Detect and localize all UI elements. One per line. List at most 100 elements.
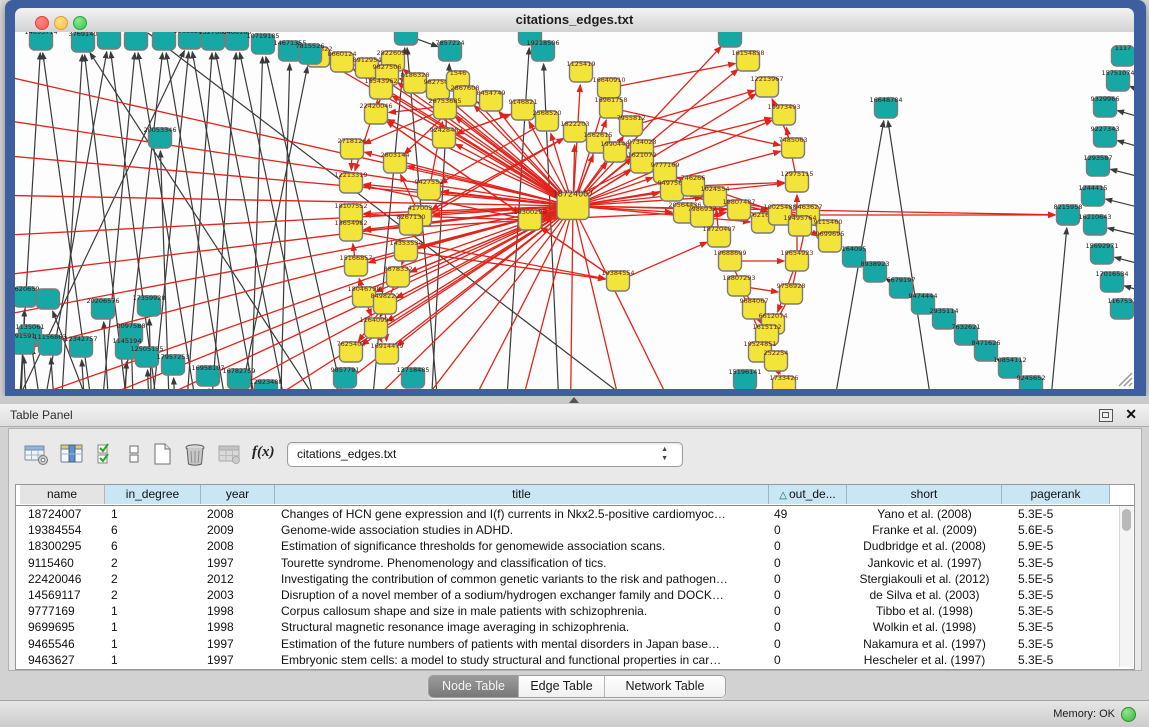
table-cell[interactable]: 5.3E-5	[1002, 603, 1110, 619]
table-cell[interactable]: 0	[769, 587, 847, 603]
network-node[interactable]: 7625402	[337, 340, 366, 362]
column-header-short[interactable]: short	[847, 485, 1002, 504]
table-cell[interactable]: 19384554	[20, 522, 105, 538]
table-cell[interactable]: 0	[769, 603, 847, 619]
table-cell[interactable]: 5.3E-5	[1002, 506, 1110, 522]
table-cell[interactable]: Corpus callosum shape and size in male p…	[275, 603, 769, 619]
network-node[interactable]: 16543962	[364, 77, 397, 99]
table-cell[interactable]: 1998	[201, 603, 275, 619]
resize-grip-icon[interactable]	[1129, 383, 1132, 386]
network-node[interactable]: 16210643	[1078, 213, 1111, 235]
table-cell[interactable]: 0	[769, 522, 847, 538]
network-node[interactable]: 15166857	[339, 254, 372, 276]
table-cell[interactable]: 2	[105, 587, 201, 603]
column-header-title[interactable]: title	[275, 485, 769, 504]
citation-edge[interactable]	[1124, 286, 1134, 295]
network-node[interactable]: 16154838	[731, 49, 764, 71]
tab-network-table[interactable]: Network Table	[605, 676, 725, 697]
table-cell[interactable]: 5.3E-5	[1002, 619, 1110, 635]
network-node[interactable]: 19654923	[780, 249, 813, 271]
column-header-out_de[interactable]: △out_de...	[769, 485, 847, 504]
close-panel-icon[interactable]: ✕	[1125, 406, 1137, 422]
network-node[interactable]: 26753685	[428, 97, 461, 119]
citation-network-graph[interactable]: 1872400778638228660124891295428226058982…	[15, 32, 1134, 389]
table-cell[interactable]: 0	[769, 555, 847, 571]
table-cell[interactable]: Investigating the contribution of common…	[275, 571, 769, 587]
network-node[interactable]: 1733426	[770, 374, 799, 389]
citation-edge[interactable]	[24, 357, 28, 389]
table-cell[interactable]: 9777169	[20, 603, 105, 619]
citation-edge[interactable]	[1111, 169, 1134, 179]
table-cell[interactable]: 9115460	[20, 555, 105, 571]
function-builder-icon[interactable]: f(x)	[252, 444, 275, 461]
table-cell[interactable]: 1997	[201, 555, 275, 571]
table-cell[interactable]: Structural magnetic resonance image aver…	[275, 619, 769, 635]
citation-edge-selected[interactable]	[570, 206, 573, 389]
table-cell[interactable]: 2008	[201, 506, 275, 522]
network-node[interactable]: 11640994	[359, 316, 392, 338]
table-cell[interactable]: 1	[105, 636, 201, 652]
new-file-icon[interactable]	[151, 443, 173, 467]
table-row[interactable]: 1872400712008Changes of HCN gene express…	[16, 506, 1120, 522]
citation-edge[interactable]	[51, 358, 56, 389]
network-node[interactable]: 9699695	[816, 230, 845, 252]
table-cell[interactable]: 1	[105, 619, 201, 635]
network-node[interactable]: 7815526	[296, 42, 325, 64]
citation-edge[interactable]	[174, 378, 176, 389]
network-node[interactable]: 10973493	[767, 103, 800, 125]
citation-edge-selected[interactable]	[15, 194, 573, 206]
network-node[interactable]: 9227343	[1091, 125, 1120, 147]
table-cell[interactable]: 9465546	[20, 636, 105, 652]
network-node[interactable]	[98, 32, 121, 49]
network-node[interactable]: 2718126	[338, 137, 367, 159]
network-node[interactable]: 16640910	[592, 76, 625, 98]
network-node[interactable]: 13718485	[396, 366, 429, 388]
table-cell[interactable]: de Silva et al. (2003)	[847, 587, 1002, 603]
table-cell[interactable]: Estimation of the future numbers of pati…	[275, 636, 769, 652]
table-row[interactable]: 1938455462009Genome-wide association stu…	[16, 522, 1120, 538]
network-node[interactable]: 16914479	[370, 342, 403, 364]
citation-edge[interactable]	[888, 121, 935, 389]
table-cell[interactable]: 5.3E-5	[1002, 587, 1110, 603]
table-cell[interactable]: 0	[769, 571, 847, 587]
citation-edge[interactable]	[1106, 199, 1134, 209]
network-node[interactable]: 16033809	[389, 32, 422, 45]
table-cell[interactable]: 5.5E-5	[1002, 571, 1110, 587]
network-node[interactable]	[125, 32, 148, 50]
table-cell[interactable]: Embryonic stem cells: a model to study s…	[275, 652, 769, 668]
network-node[interactable]: 2803144	[381, 151, 410, 173]
table-cell[interactable]: 18300295	[20, 538, 105, 554]
table-cell[interactable]: 2008	[201, 538, 275, 554]
citation-edge-selected[interactable]	[573, 206, 690, 389]
table-cell[interactable]: 1998	[201, 619, 275, 635]
table-cell[interactable]: Genome-wide association studies in ADHD.	[275, 522, 769, 538]
network-node[interactable]: 22420046	[359, 102, 392, 124]
table-cell[interactable]: 14569117	[20, 587, 105, 603]
tab-node-table[interactable]: Node Table	[429, 676, 519, 697]
network-node-hub[interactable]: 18724007	[553, 190, 594, 220]
network-node[interactable]: 252254	[764, 349, 789, 371]
splitter-handle-icon[interactable]	[569, 397, 579, 403]
network-node[interactable]: 7485063	[779, 136, 808, 158]
table-cell[interactable]: 49	[769, 506, 847, 522]
table-cell[interactable]: Stergiakouli et al. (2012)	[847, 571, 1002, 587]
network-node[interactable]: 15751074	[1101, 69, 1134, 91]
citation-edge-selected[interactable]	[642, 118, 771, 150]
network-node[interactable]	[37, 289, 60, 309]
network-canvas[interactable]: 1872400778638228660124891295428226058982…	[15, 32, 1134, 389]
network-node[interactable]: 15692971	[1085, 242, 1118, 264]
show-columns-icon[interactable]	[59, 443, 85, 467]
table-cell[interactable]: Disruption of a novel member of a sodium…	[275, 587, 769, 603]
network-node[interactable]: 19218506	[526, 39, 559, 61]
network-node[interactable]: 14353534	[389, 239, 422, 261]
network-node[interactable]: 8938923	[861, 260, 890, 282]
citation-edge[interactable]	[1115, 257, 1134, 267]
column-header-in_degree[interactable]: in_degree	[105, 485, 201, 504]
table-row[interactable]: 911546021997Tourette syndrome. Phenomeno…	[16, 555, 1120, 571]
table-cell[interactable]: 5.9E-5	[1002, 538, 1110, 554]
network-node[interactable]: 1167531	[1108, 297, 1134, 319]
table-cell[interactable]: 1997	[201, 652, 275, 668]
network-window-titlebar[interactable]: citations_edges.txt	[15, 8, 1134, 33]
table-cell[interactable]: Tibbo et al. (1998)	[847, 603, 1002, 619]
column-header-year[interactable]: year	[201, 485, 275, 504]
